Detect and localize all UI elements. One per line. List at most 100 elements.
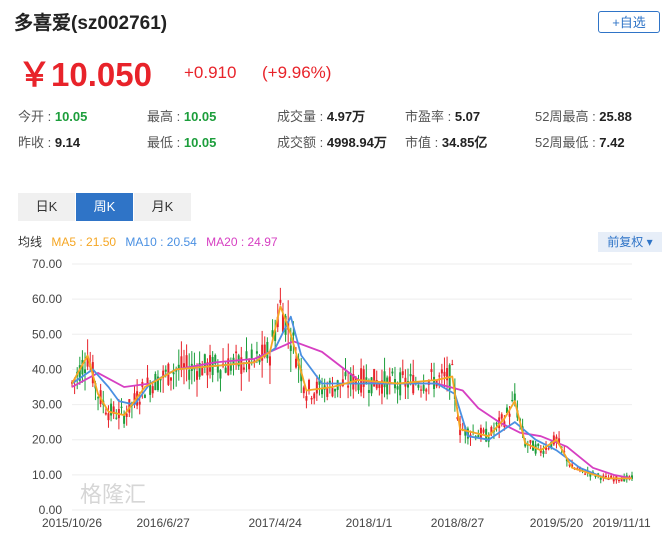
candle-body [185, 355, 188, 368]
candle-body [279, 299, 282, 303]
series-line-ma20 [71, 340, 633, 480]
series-line-ma10 [71, 315, 632, 480]
candle-body [529, 440, 532, 443]
candle-body [386, 377, 389, 395]
candle-body [219, 370, 222, 379]
candle-body [440, 369, 443, 374]
adjust-dropdown[interactable]: 前复权 ▾ [598, 232, 662, 252]
candle-body [196, 371, 199, 380]
x-axis-labels: 2015/10/26 2016/6/27 2017/4/24 2018/1/1 2018… [42, 516, 651, 530]
candle-body [584, 473, 587, 475]
x-tick-label: 2015/10/26 [42, 516, 102, 530]
y-tick-label: 30.00 [32, 398, 62, 412]
candle-body [344, 372, 347, 377]
candle-body [172, 372, 175, 375]
candle-body [443, 371, 446, 377]
candle-body [115, 417, 118, 419]
candle-body [292, 332, 295, 336]
stat-pe: 市盈率 : 5.07 [405, 109, 481, 124]
x-tick-label: 2017/4/24 [248, 516, 302, 530]
candle-body [313, 393, 316, 399]
stat-turnover: 成交额 : 4998.94万 [277, 135, 387, 150]
candle-body [302, 387, 305, 394]
legend-ma20: MA20 : 24.97 [206, 235, 278, 249]
candle-body [120, 406, 123, 408]
candle-body [138, 401, 141, 405]
x-tick-label: 2019/11/11 [592, 516, 651, 530]
candle-body [391, 371, 394, 374]
candle-body [617, 480, 620, 482]
stat-low: 最低 : 10.05 [147, 135, 217, 150]
add-watchlist-button[interactable]: +自选 [598, 11, 660, 33]
candle-body [289, 345, 292, 352]
candle-body [477, 435, 480, 438]
candle-body [422, 385, 425, 391]
candle-body [107, 413, 110, 421]
candle-body [164, 369, 167, 372]
candle-body [537, 443, 540, 447]
candle-body [604, 476, 607, 478]
candle-body [620, 479, 623, 482]
candle-body [409, 374, 412, 377]
candle-body [542, 451, 545, 454]
candle-body [248, 360, 251, 370]
tab-weekly-k[interactable]: 周K [76, 193, 133, 221]
x-tick-label: 2016/6/27 [136, 516, 190, 530]
adjust-label: 前复权 [607, 235, 644, 249]
kline-tabs: 日K 周K 月K [18, 193, 192, 221]
candle-body [396, 386, 399, 390]
y-tick-label: 20.00 [32, 433, 62, 447]
y-tick-label: 70.00 [32, 257, 62, 271]
y-tick-label: 50.00 [32, 327, 62, 341]
x-tick-label: 2019/5/20 [530, 516, 584, 530]
candle-body [104, 412, 107, 415]
candle-body [451, 364, 454, 366]
candle-body [388, 376, 391, 383]
candle-body [425, 389, 428, 392]
candle-body [242, 367, 245, 370]
candle-body [334, 388, 337, 392]
candle-body [188, 369, 191, 380]
candle-body [347, 385, 350, 388]
candle-body [513, 393, 516, 401]
candle-body [308, 379, 311, 390]
candle-body [266, 341, 269, 359]
stat-high: 最高 : 10.05 [147, 109, 217, 124]
watermark: 格隆汇 [80, 482, 146, 507]
x-tick-label: 2018/1/1 [346, 516, 393, 530]
ma-lines [71, 305, 633, 480]
ma-legend: 均线 MA5 : 21.50 MA10 : 20.54 MA20 : 24.97 [18, 233, 284, 250]
legend-ma10: MA10 : 20.54 [125, 235, 197, 249]
candle-body [479, 427, 482, 439]
candle-body [295, 358, 297, 368]
candle-body [495, 422, 498, 425]
candle-body [508, 413, 511, 417]
candle-body [547, 448, 550, 450]
tab-monthly-k[interactable]: 月K [134, 193, 191, 221]
candle-body [321, 389, 324, 395]
legend-label: 均线 [18, 235, 43, 249]
candle-body [367, 389, 370, 393]
kline-chart[interactable]: 0.0010.0020.0030.0040.0050.0060.0070.00 … [0, 252, 672, 537]
candle-body [511, 399, 514, 401]
candle-body [97, 397, 100, 399]
legend-ma5: MA5 : 21.50 [51, 235, 117, 249]
candle-body [255, 351, 258, 354]
candle-body [482, 429, 485, 433]
series-line-ma5 [71, 305, 632, 480]
candle-body [370, 377, 373, 394]
tab-daily-k[interactable]: 日K [18, 193, 75, 221]
y-tick-label: 60.00 [32, 292, 62, 306]
candle-body [84, 369, 87, 374]
stat-open: 今开 : 10.05 [18, 109, 88, 124]
candle-body [268, 356, 271, 366]
candle-body [305, 396, 308, 401]
candle-body [383, 371, 386, 388]
stat-prev-close: 昨收 : 9.14 [18, 135, 81, 150]
candle-body [224, 367, 227, 373]
candle-body [500, 414, 503, 419]
candle-body [143, 394, 146, 398]
candle-body [125, 413, 128, 417]
stat-volume: 成交量 : 4.97万 [277, 109, 366, 124]
candle-body [326, 387, 329, 397]
